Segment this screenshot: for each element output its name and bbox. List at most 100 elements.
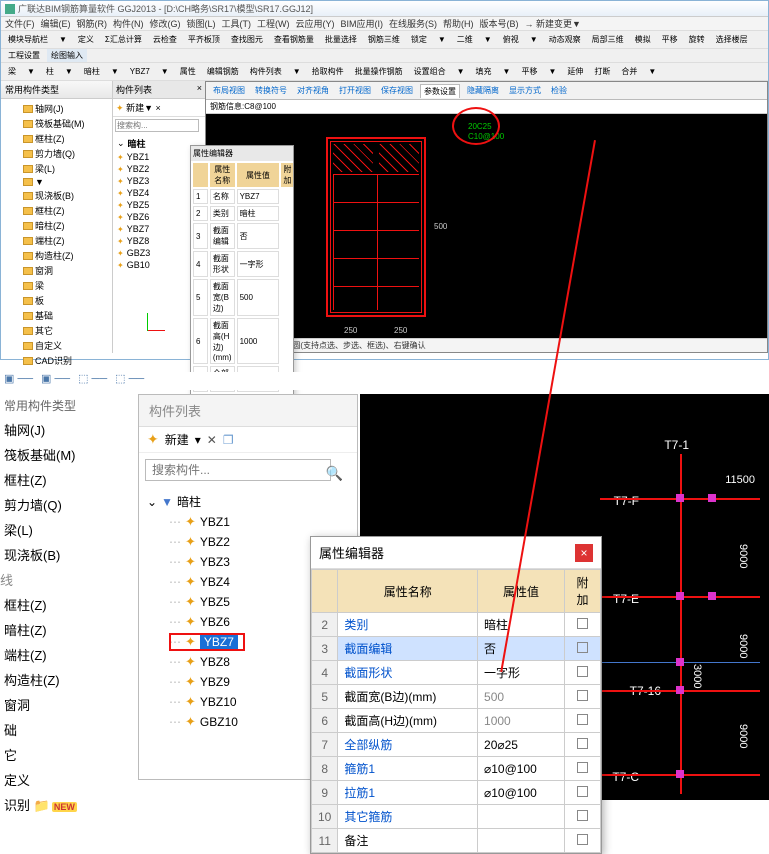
category-item[interactable]: 梁(L): [0, 517, 128, 542]
toolbar-button[interactable]: 云检查: [149, 32, 181, 47]
grip[interactable]: [676, 494, 684, 502]
ribbon-button[interactable]: 批量操作钢筋: [351, 64, 407, 79]
ribbon-button[interactable]: ▼: [23, 65, 39, 78]
toolbar-button[interactable]: 旋转: [685, 32, 709, 47]
toolbar-button[interactable]: 平移: [658, 32, 682, 47]
toolbar-button[interactable]: ▼: [526, 33, 542, 46]
toolbar-button[interactable]: 模块导航栏: [4, 32, 52, 47]
tree-item[interactable]: 框柱(Z): [3, 131, 110, 146]
tree-item[interactable]: 框柱(Z): [3, 203, 110, 218]
tree-small[interactable]: 轴网(J)筏板基础(M)框柱(Z)剪力墙(Q)梁(L)▼现浇板(B)框柱(Z)暗…: [1, 99, 112, 370]
cad-tab[interactable]: 隐藏隔离: [464, 84, 502, 97]
menu-item[interactable]: → 新建变更▼: [525, 17, 581, 30]
menu-item[interactable]: 工具(T): [222, 17, 252, 30]
cad-tab[interactable]: 对齐视角: [294, 84, 332, 97]
cat-define[interactable]: 定义: [0, 767, 128, 792]
cat-recognize[interactable]: 识别 📁NEW: [0, 792, 128, 817]
menubar[interactable]: 文件(F)编辑(E)钢筋(R)构件(N)修改(G)锁图(L)工具(T)工程(W)…: [1, 17, 768, 31]
category-item[interactable]: 暗柱(Z): [0, 617, 128, 642]
ribbon-button[interactable]: 拾取构件: [308, 64, 348, 79]
toolbar-button[interactable]: 局部三维: [588, 32, 628, 47]
toolbar-button[interactable]: 平齐板顶: [184, 32, 224, 47]
menu-item[interactable]: 修改(G): [150, 17, 181, 30]
toolbar-button[interactable]: 钢筋三维: [364, 32, 404, 47]
toolbar-button[interactable]: 锁定: [407, 32, 431, 47]
ribbon-button[interactable]: 梁: [4, 64, 20, 79]
menu-item[interactable]: 构件(N): [113, 17, 144, 30]
menu-item[interactable]: 帮助(H): [443, 17, 474, 30]
toolbar-button[interactable]: 定义: [74, 32, 98, 47]
grip[interactable]: [676, 658, 684, 666]
complist-toolbar[interactable]: ✦ 新建 ▾ ✕ ❐: [139, 427, 357, 453]
toolbar-button[interactable]: 查找图元: [227, 32, 267, 47]
category-item[interactable]: 框柱(Z): [0, 467, 128, 492]
ribbon-button[interactable]: ▼: [453, 65, 469, 78]
menu-item[interactable]: 在线服务(S): [389, 17, 437, 30]
ribbon-button[interactable]: ▼: [289, 65, 305, 78]
chevron-down-icon[interactable]: ▾: [195, 433, 201, 447]
ribbon-button[interactable]: 暗柱: [80, 64, 104, 79]
ribbon-button[interactable]: 编辑钢筋: [203, 64, 243, 79]
grip[interactable]: [676, 592, 684, 600]
tree-item[interactable]: 窗洞: [3, 263, 110, 278]
ribbon-button[interactable]: 打断: [590, 64, 614, 79]
ribbon-button[interactable]: ▼: [644, 65, 660, 78]
chevron-down-icon[interactable]: ⌄: [147, 495, 157, 509]
tab-draw-input[interactable]: 绘图输入: [47, 49, 87, 63]
tree-item[interactable]: 其它: [3, 323, 110, 338]
delete-icon[interactable]: ✕: [207, 433, 217, 447]
grip[interactable]: [676, 770, 684, 778]
tree-item[interactable]: 梁: [3, 278, 110, 293]
prop-row-3[interactable]: 3截面编辑否: [312, 637, 601, 661]
menu-item[interactable]: 版本号(B): [480, 17, 519, 30]
tree-item[interactable]: 现浇板(B): [3, 188, 110, 203]
category-item[interactable]: 框柱(Z): [0, 592, 128, 617]
tree-item[interactable]: 暗柱(Z): [3, 218, 110, 233]
ribbon-button[interactable]: YBZ7: [126, 65, 154, 78]
prop-row-10[interactable]: 10其它箍筋: [312, 805, 601, 829]
prop-row-9[interactable]: 9拉筋1⌀10@100: [312, 781, 601, 805]
ribbon-button[interactable]: 合并: [617, 64, 641, 79]
property-editor[interactable]: 属性编辑器 × 属性名称属性值附加2类别暗柱3截面编辑否4截面形状一字形5截面宽…: [310, 536, 602, 854]
toolbar-row1[interactable]: 模块导航栏▼定义Σ汇总计算云检查平齐板顶查找图元查看钢筋量批量选择钢筋三维锁定▼…: [1, 31, 768, 49]
category-item[interactable]: 剪力墙(Q): [0, 492, 128, 517]
ribbon-button[interactable]: 柱: [42, 64, 58, 79]
tree-item[interactable]: ▼: [3, 176, 110, 188]
category-item[interactable]: 轴网(J): [0, 417, 128, 442]
prop-row-8[interactable]: 8箍筋1⌀10@100: [312, 757, 601, 781]
toolbar-button[interactable]: Σ汇总计算: [101, 32, 146, 47]
cad-tab[interactable]: 布局视图: [210, 84, 248, 97]
menu-item[interactable]: 锁图(L): [187, 17, 216, 30]
tree-item[interactable]: 自定义: [3, 338, 110, 353]
prop-row-11[interactable]: 11备注: [312, 829, 601, 853]
ribbon-button[interactable]: 延伸: [563, 64, 587, 79]
search-input-small[interactable]: [115, 119, 199, 132]
cad-tab[interactable]: 保存视图: [378, 84, 416, 97]
tree-item[interactable]: 筏板基础(M): [3, 116, 110, 131]
ribbon-button[interactable]: ▼: [544, 65, 560, 78]
tree-item[interactable]: 板: [3, 293, 110, 308]
new-button-small[interactable]: ✦ 新建▼ ×: [113, 99, 205, 117]
toolbar-button[interactable]: 查看钢筋量: [270, 32, 318, 47]
category-item[interactable]: 端柱(Z): [0, 642, 128, 667]
copy-icon[interactable]: ❐: [223, 433, 234, 447]
ribbon-button[interactable]: 属性: [176, 64, 200, 79]
cad-tab[interactable]: 转换符号: [252, 84, 290, 97]
tree-item[interactable]: 基础: [3, 308, 110, 323]
toolbar-button[interactable]: ▼: [55, 33, 71, 46]
ribbon-button[interactable]: ▼: [157, 65, 173, 78]
ribbon-button[interactable]: 填充: [472, 64, 496, 79]
menu-item[interactable]: 钢筋(R): [77, 17, 108, 30]
prop-row-5[interactable]: 5截面宽(B边)(mm)500: [312, 685, 601, 709]
tree-item[interactable]: CAD识别: [3, 353, 110, 368]
category-item[interactable]: 筏板基础(M): [0, 442, 128, 467]
tab-project-settings[interactable]: 工程设置: [4, 49, 44, 63]
menu-item[interactable]: BIM应用(I): [341, 17, 384, 30]
ribbon-button[interactable]: 设置组合: [410, 64, 450, 79]
category-item[interactable]: 现浇板(B): [0, 542, 128, 567]
menu-item[interactable]: 文件(F): [5, 17, 35, 30]
menu-item[interactable]: 编辑(E): [41, 17, 71, 30]
toolbar-row2[interactable]: 工程设置 绘图输入: [1, 49, 768, 63]
cat-base[interactable]: 础: [0, 717, 128, 742]
cat-other[interactable]: 它: [0, 742, 128, 767]
